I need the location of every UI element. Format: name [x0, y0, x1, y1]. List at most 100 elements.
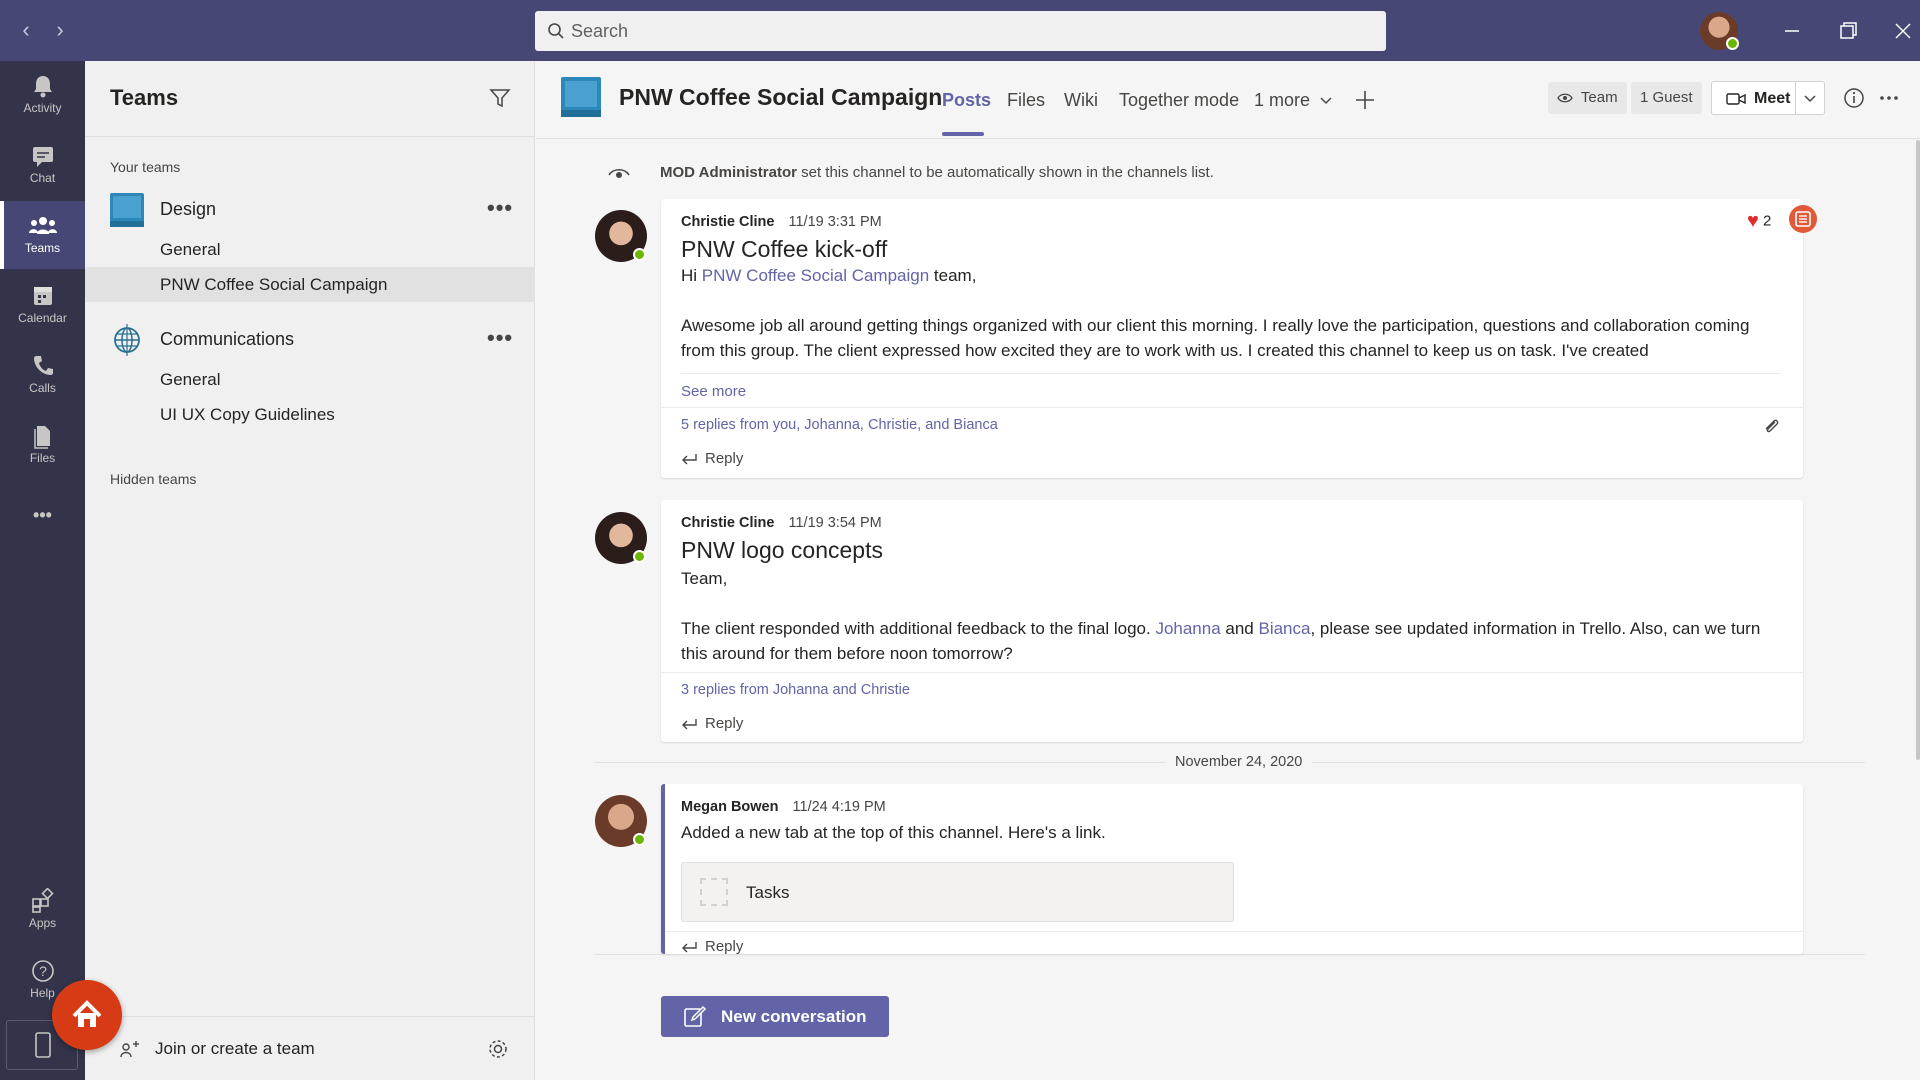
team-name: Communications [160, 329, 295, 349]
new-conversation-label: New conversation [721, 1007, 867, 1026]
tab-wiki[interactable]: Wiki [1064, 90, 1098, 111]
more-options-icon[interactable] [1878, 87, 1900, 109]
join-or-create-team-row[interactable]: Join or create a team [85, 1016, 535, 1076]
team-design[interactable]: Design ••• [85, 189, 535, 229]
channel-label: UI UX Copy Guidelines [160, 405, 335, 424]
forward-arrow-icon[interactable]: › [48, 18, 72, 42]
join-or-create-team-label: Join or create a team [155, 1039, 315, 1058]
reply-button[interactable]: Reply [681, 938, 743, 955]
tab-files[interactable]: Files [1007, 90, 1045, 111]
team-communications[interactable]: Communications ••• [85, 319, 535, 359]
channel-general[interactable]: General [85, 362, 535, 397]
restore-icon[interactable] [1831, 14, 1865, 48]
files-icon [33, 426, 50, 449]
post-meta: Christie Cline 11/19 3:31 PM [681, 214, 882, 230]
replies-summary-link[interactable]: 3 replies from Johanna and Christie [681, 682, 910, 698]
search-box[interactable] [535, 11, 1386, 51]
info-icon[interactable] [1843, 87, 1865, 109]
rail-item-calendar[interactable]: Calendar [0, 271, 85, 339]
post-time: 11/19 3:54 PM [788, 515, 882, 531]
add-team-icon [120, 1041, 139, 1058]
heart-reaction[interactable]: ♥ 2 [1747, 210, 1771, 233]
greeting-post: team, [929, 266, 977, 285]
gear-icon[interactable] [487, 1038, 509, 1060]
tab-together-mode[interactable]: Together mode [1119, 90, 1239, 111]
tab-posts[interactable]: Posts [942, 90, 991, 111]
new-conversation-button[interactable]: New conversation [661, 996, 889, 1037]
search-icon [548, 23, 564, 39]
post-greeting: Hi PNW Coffee Social Campaign team, [681, 263, 976, 288]
divider [665, 931, 1803, 932]
guest-count-chip[interactable]: 1 Guest [1631, 82, 1702, 114]
app-badge-icon[interactable] [1788, 204, 1818, 234]
rail-item-files[interactable]: Files [0, 411, 85, 479]
channel-ui-ux-copy-guidelines[interactable]: UI UX Copy Guidelines [85, 397, 535, 432]
more-apps-button[interactable]: ••• [0, 481, 85, 549]
title-bar: ‹ › [0, 0, 1920, 61]
meet-options-button[interactable] [1795, 81, 1825, 115]
tasks-tab-card[interactable]: Tasks [681, 862, 1234, 922]
hidden-teams-label[interactable]: Hidden teams [110, 471, 196, 487]
minimize-icon[interactable] [1775, 14, 1809, 48]
post-card[interactable]: Christie Cline 11/19 3:54 PM PNW logo co… [661, 500, 1803, 742]
rail-item-chat[interactable]: Chat [0, 131, 85, 199]
divider [681, 373, 1781, 374]
more-options-icon[interactable]: ••• [487, 195, 517, 220]
channel-general[interactable]: General [85, 232, 535, 267]
rail-label: Teams [24, 241, 61, 255]
reply-button[interactable]: Reply [681, 715, 743, 732]
divider [661, 672, 1803, 673]
rail-label: Chat [29, 171, 56, 185]
divider [661, 407, 1803, 408]
back-arrow-icon[interactable]: ‹ [14, 18, 38, 42]
see-more-link[interactable]: See more [681, 383, 746, 400]
rail-label: Calls [29, 381, 56, 395]
home-icon [72, 1000, 102, 1027]
apps-icon [31, 888, 54, 913]
tab-more[interactable]: 1 more [1254, 90, 1333, 111]
rail-item-teams[interactable]: Teams [0, 201, 85, 269]
close-icon[interactable] [1886, 14, 1920, 48]
presence-available-icon [1726, 37, 1739, 50]
bell-icon [33, 76, 52, 98]
filter-icon[interactable] [489, 87, 511, 109]
feed-bottom-divider [595, 954, 1865, 955]
mention-johanna[interactable]: Johanna [1155, 619, 1220, 638]
search-input[interactable] [571, 11, 1351, 51]
add-tab-icon[interactable] [1354, 89, 1376, 111]
system-text: set this channel to be automatically sho… [801, 164, 1214, 181]
post-card[interactable]: Christie Cline 11/19 3:31 PM ♥ 2 PNW Cof… [661, 199, 1817, 478]
channel-mention-link[interactable]: PNW Coffee Social Campaign [702, 266, 929, 285]
body-mid: and [1220, 619, 1259, 638]
presence-available-icon [633, 833, 646, 846]
svg-text:?: ? [39, 963, 47, 979]
home-button[interactable] [52, 980, 122, 1050]
reply-button[interactable]: Reply [681, 450, 743, 467]
teams-icon [28, 217, 57, 234]
feed-scrollbar[interactable] [1916, 140, 1920, 760]
replies-summary-link[interactable]: 5 replies from you, Johanna, Christie, a… [681, 417, 998, 433]
chat-icon [32, 147, 53, 167]
channel-label: General [160, 240, 221, 259]
presence-available-icon [633, 248, 646, 261]
post-time: 11/19 3:31 PM [788, 214, 882, 230]
author-avatar[interactable] [595, 795, 647, 847]
presence-available-icon [633, 550, 646, 563]
author-avatar[interactable] [595, 512, 647, 564]
rail-item-calls[interactable]: Calls [0, 341, 85, 409]
rail-item-apps[interactable]: Apps [0, 876, 85, 944]
reply-arrow-icon [682, 942, 697, 953]
more-options-icon[interactable]: ••• [487, 325, 517, 350]
team-visibility-chip[interactable]: Team [1548, 82, 1627, 114]
post-time: 11/24 4:19 PM [792, 799, 886, 815]
post-card[interactable]: Megan Bowen 11/24 4:19 PM Added a new ta… [661, 784, 1803, 955]
profile-avatar[interactable] [1700, 12, 1739, 50]
post-author: Christie Cline [681, 214, 775, 230]
author-avatar[interactable] [595, 210, 647, 262]
system-actor: MOD Administrator [660, 164, 797, 181]
channel-pnw-coffee-social-campaign[interactable]: PNW Coffee Social Campaign [85, 267, 535, 302]
mention-bianca[interactable]: Bianca [1258, 619, 1310, 638]
meet-button[interactable]: Meet [1711, 81, 1807, 115]
video-camera-icon [1726, 93, 1746, 105]
rail-item-activity[interactable]: Activity [0, 61, 85, 129]
